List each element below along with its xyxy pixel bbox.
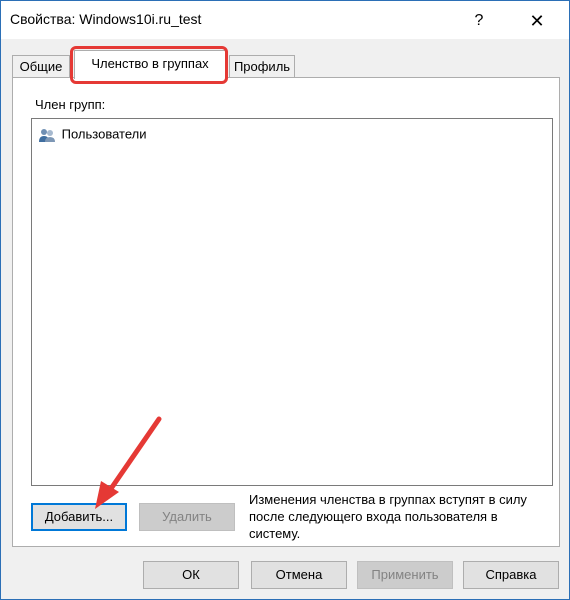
groups-listbox[interactable]: Пользователи <box>31 118 553 486</box>
tab-general-label: Общие <box>19 59 63 74</box>
add-button[interactable]: Добавить... <box>31 503 127 531</box>
apply-button[interactable]: Применить <box>357 561 453 589</box>
close-icon[interactable]: ✕ <box>521 7 553 35</box>
title-bar: Свойства: Windows10i.ru_test ? ✕ <box>1 1 569 39</box>
help-icon[interactable]: ? <box>463 7 495 35</box>
tab-group-membership[interactable]: Членство в группах <box>74 50 226 79</box>
users-group-icon <box>39 128 55 142</box>
group-name: Пользователи <box>61 126 147 142</box>
tab-panel: Член групп: Пользователи Добавить... Уда… <box>12 77 560 547</box>
tab-profile[interactable]: Профиль <box>229 55 295 77</box>
ok-button[interactable]: ОК <box>143 561 239 589</box>
tab-profile-label: Профиль <box>233 59 291 74</box>
cancel-button[interactable]: Отмена <box>251 561 347 589</box>
remove-button[interactable]: Удалить <box>139 503 235 531</box>
membership-note: Изменения членства в группах вступят в с… <box>249 492 527 541</box>
members-label: Член групп: <box>35 97 106 112</box>
help-button[interactable]: Справка <box>463 561 559 589</box>
properties-window: Свойства: Windows10i.ru_test ? ✕ Общие Ч… <box>0 0 570 600</box>
window-title: Свойства: Windows10i.ru_test <box>10 11 202 27</box>
tab-group-membership-label: Членство в группах <box>91 56 209 71</box>
tab-general[interactable]: Общие <box>12 55 70 77</box>
list-item[interactable]: Пользователи <box>38 125 146 143</box>
